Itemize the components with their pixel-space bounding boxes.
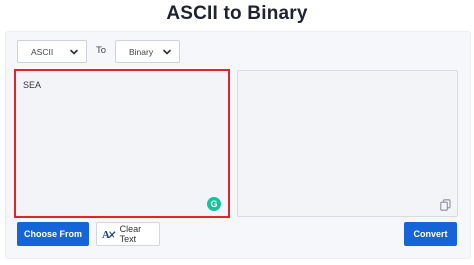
to-label: To [96,45,107,56]
from-format-select[interactable]: ASCII [17,40,87,63]
output-textarea[interactable] [237,70,458,217]
to-format-value: Binary [129,46,154,57]
page-title: ASCII to Binary [166,3,308,24]
input-text: SEA [23,80,42,90]
convert-button[interactable]: Convert [404,222,457,246]
copy-icon[interactable] [440,199,451,211]
to-format-select[interactable]: Binary [115,40,180,63]
chevron-down-icon [70,49,78,55]
from-format-value: ASCII [31,46,54,57]
choose-from-button[interactable]: Choose From [17,222,89,246]
svg-text:A: A [102,229,110,240]
chevron-down-icon [163,49,171,55]
grammarly-icon[interactable]: G [207,197,221,211]
clear-text-label: Clear Text [119,224,142,244]
clear-text-icon: A [102,229,116,240]
input-textarea[interactable]: SEA [14,69,230,218]
clear-text-button[interactable]: A Clear Text [96,222,160,246]
